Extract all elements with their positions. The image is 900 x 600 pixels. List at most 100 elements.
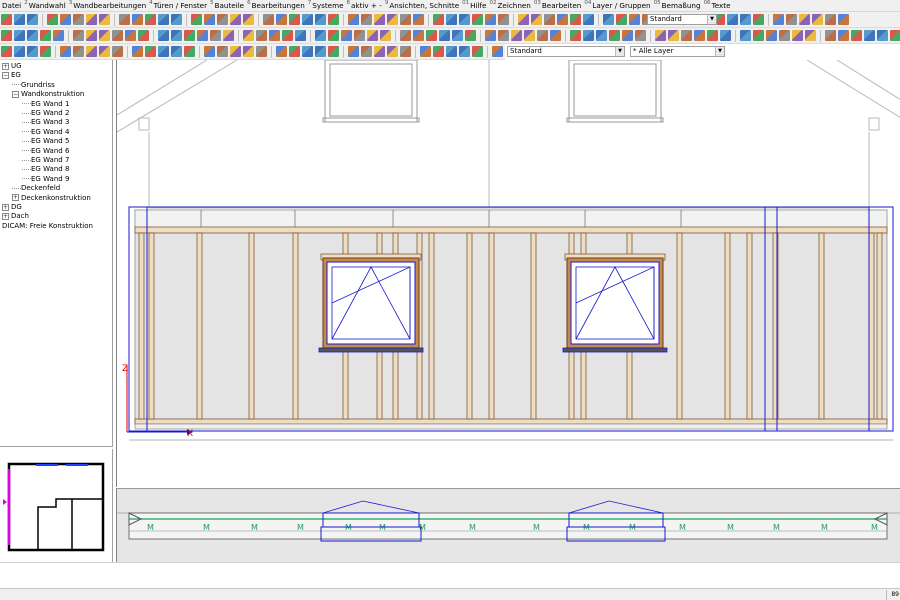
toolbar-tool-icon[interactable]: [799, 14, 810, 25]
toolbar-tool-icon[interactable]: [400, 30, 411, 41]
toolbar-tool-icon[interactable]: [40, 46, 51, 57]
toolbar-tool-icon[interactable]: [446, 46, 457, 57]
toolbar-tool-icon[interactable]: [302, 14, 313, 25]
toolbar-tool-icon[interactable]: [73, 14, 84, 25]
toolbar-tool-icon[interactable]: [877, 30, 888, 41]
toolbar-tool-icon[interactable]: [570, 30, 581, 41]
tree-item[interactable]: + Deckenkonstruktion: [12, 194, 91, 203]
tree-item[interactable]: + DG: [2, 203, 22, 212]
toolbar-tool-icon[interactable]: [14, 30, 25, 41]
toolbar-tool-icon[interactable]: [361, 46, 372, 57]
toolbar-tool-icon[interactable]: [171, 14, 182, 25]
toolbar-tool-icon[interactable]: [825, 30, 836, 41]
toolbar-tool-icon[interactable]: [40, 30, 51, 41]
toolbar-tool-icon[interactable]: [210, 30, 221, 41]
toolbar-tool-icon[interactable]: [864, 30, 875, 41]
tree-item[interactable]: EG Wand 4: [22, 128, 69, 137]
toolbar-tool-icon[interactable]: [387, 14, 398, 25]
toolbar-tool-icon[interactable]: [459, 14, 470, 25]
toolbar-tool-icon[interactable]: [132, 46, 143, 57]
tree-item[interactable]: − Wandkonstruktion: [12, 90, 84, 99]
toolbar-tool-icon[interactable]: [315, 30, 326, 41]
menu-item[interactable]: 4 Türen / Fenster: [148, 0, 209, 11]
toolbar-tool-icon[interactable]: [485, 14, 496, 25]
toolbar-tool-icon[interactable]: [158, 14, 169, 25]
toolbar-tool-icon[interactable]: [524, 30, 535, 41]
collapse-icon[interactable]: −: [12, 90, 19, 98]
toolbar-tool-icon[interactable]: [348, 14, 359, 25]
toolbar-tool-icon[interactable]: [825, 14, 836, 25]
toolbar-tool-icon[interactable]: [171, 46, 182, 57]
toolbar-tool-icon[interactable]: [439, 30, 450, 41]
tree-item[interactable]: EG Wand 9: [22, 175, 69, 184]
toolbar-tool-icon[interactable]: [492, 46, 503, 57]
collapse-icon[interactable]: −: [2, 71, 9, 79]
toolbar-tool-icon[interactable]: [694, 30, 705, 41]
toolbar-tool-icon[interactable]: [668, 30, 679, 41]
tree-item[interactable]: − EG: [2, 71, 21, 80]
toolbar-tool-icon[interactable]: [204, 46, 215, 57]
toolbar-tool-icon[interactable]: [99, 30, 110, 41]
toolbar-tool-icon[interactable]: [374, 46, 385, 57]
tree-item[interactable]: Deckenfeld: [12, 184, 60, 193]
wall-elevation-viewport[interactable]: ZX: [116, 59, 900, 487]
toolbar-tool-icon[interactable]: [792, 30, 803, 41]
toolbar-tool-icon[interactable]: [387, 46, 398, 57]
toolbar-tool-icon[interactable]: [812, 14, 823, 25]
toolbar-tool-icon[interactable]: [550, 30, 561, 41]
toolbar-tool-icon[interactable]: [99, 46, 110, 57]
toolbar-tool-icon[interactable]: [60, 14, 71, 25]
toolbar-tool-icon[interactable]: [73, 30, 84, 41]
toolbar-tool-icon[interactable]: [557, 14, 568, 25]
toolbar-tool-icon[interactable]: [472, 46, 483, 57]
toolbar-tool-icon[interactable]: [289, 14, 300, 25]
layer-combo[interactable]: * Alle Layer ▼: [630, 46, 725, 57]
toolbar-tool-icon[interactable]: [341, 30, 352, 41]
toolbar-tool-icon[interactable]: [315, 14, 326, 25]
toolbar-tool-icon[interactable]: [740, 30, 751, 41]
toolbar-tool-icon[interactable]: [27, 14, 38, 25]
toolbar-tool-icon[interactable]: [367, 30, 378, 41]
toolbar-tool-icon[interactable]: [361, 14, 372, 25]
chevron-down-icon[interactable]: ▼: [615, 47, 624, 56]
toolbar-tool-icon[interactable]: [753, 30, 764, 41]
toolbar-tool-icon[interactable]: [446, 14, 457, 25]
toolbar-tool-icon[interactable]: [596, 30, 607, 41]
expand-icon[interactable]: +: [12, 194, 19, 202]
toolbar-tool-icon[interactable]: [243, 14, 254, 25]
toolbar-tool-icon[interactable]: [217, 46, 228, 57]
menu-item[interactable]: 9 Ansichten, Schnitte: [384, 0, 461, 11]
toolbar-tool-icon[interactable]: [851, 30, 862, 41]
toolbar-tool-icon[interactable]: [465, 30, 476, 41]
toolbar-tool-icon[interactable]: [60, 46, 71, 57]
toolbar-tool-icon[interactable]: [145, 14, 156, 25]
toolbar-tool-icon[interactable]: [191, 14, 202, 25]
expand-icon[interactable]: +: [2, 62, 9, 70]
toolbar-tool-icon[interactable]: [1, 30, 12, 41]
menu-item[interactable]: 2 Wandwahl: [23, 0, 68, 11]
toolbar-tool-icon[interactable]: [184, 46, 195, 57]
toolbar-tool-icon[interactable]: [720, 30, 731, 41]
menu-item[interactable]: 05 Bemaßung: [653, 0, 703, 11]
toolbar-tool-icon[interactable]: [622, 30, 633, 41]
tree-item[interactable]: EG Wand 3: [22, 118, 69, 127]
toolbar-tool-icon[interactable]: [112, 30, 123, 41]
toolbar-tool-icon[interactable]: [805, 30, 816, 41]
project-tree[interactable]: + UG − EG Grundriss − Wandkonstruktion EG Wand …: [0, 60, 113, 447]
toolbar-tool-icon[interactable]: [86, 14, 97, 25]
toolbar-tool-icon[interactable]: [328, 14, 339, 25]
toolbar-tool-icon[interactable]: [727, 14, 738, 25]
toolbar-tool-icon[interactable]: [119, 14, 130, 25]
toolbar-tool-icon[interactable]: [400, 46, 411, 57]
toolbar-tool-icon[interactable]: [779, 30, 790, 41]
toolbar-tool-icon[interactable]: [14, 14, 25, 25]
toolbar-tool-icon[interactable]: [171, 30, 182, 41]
toolbar-tool-icon[interactable]: [583, 30, 594, 41]
toolbar-tool-icon[interactable]: [511, 30, 522, 41]
toolbar-tool-icon[interactable]: [753, 14, 764, 25]
toolbar-tool-icon[interactable]: [73, 46, 84, 57]
toolbar-tool-icon[interactable]: [158, 30, 169, 41]
toolbar-tool-icon[interactable]: [125, 30, 136, 41]
toolbar-tool-icon[interactable]: [518, 14, 529, 25]
toolbar-tool-icon[interactable]: [531, 14, 542, 25]
